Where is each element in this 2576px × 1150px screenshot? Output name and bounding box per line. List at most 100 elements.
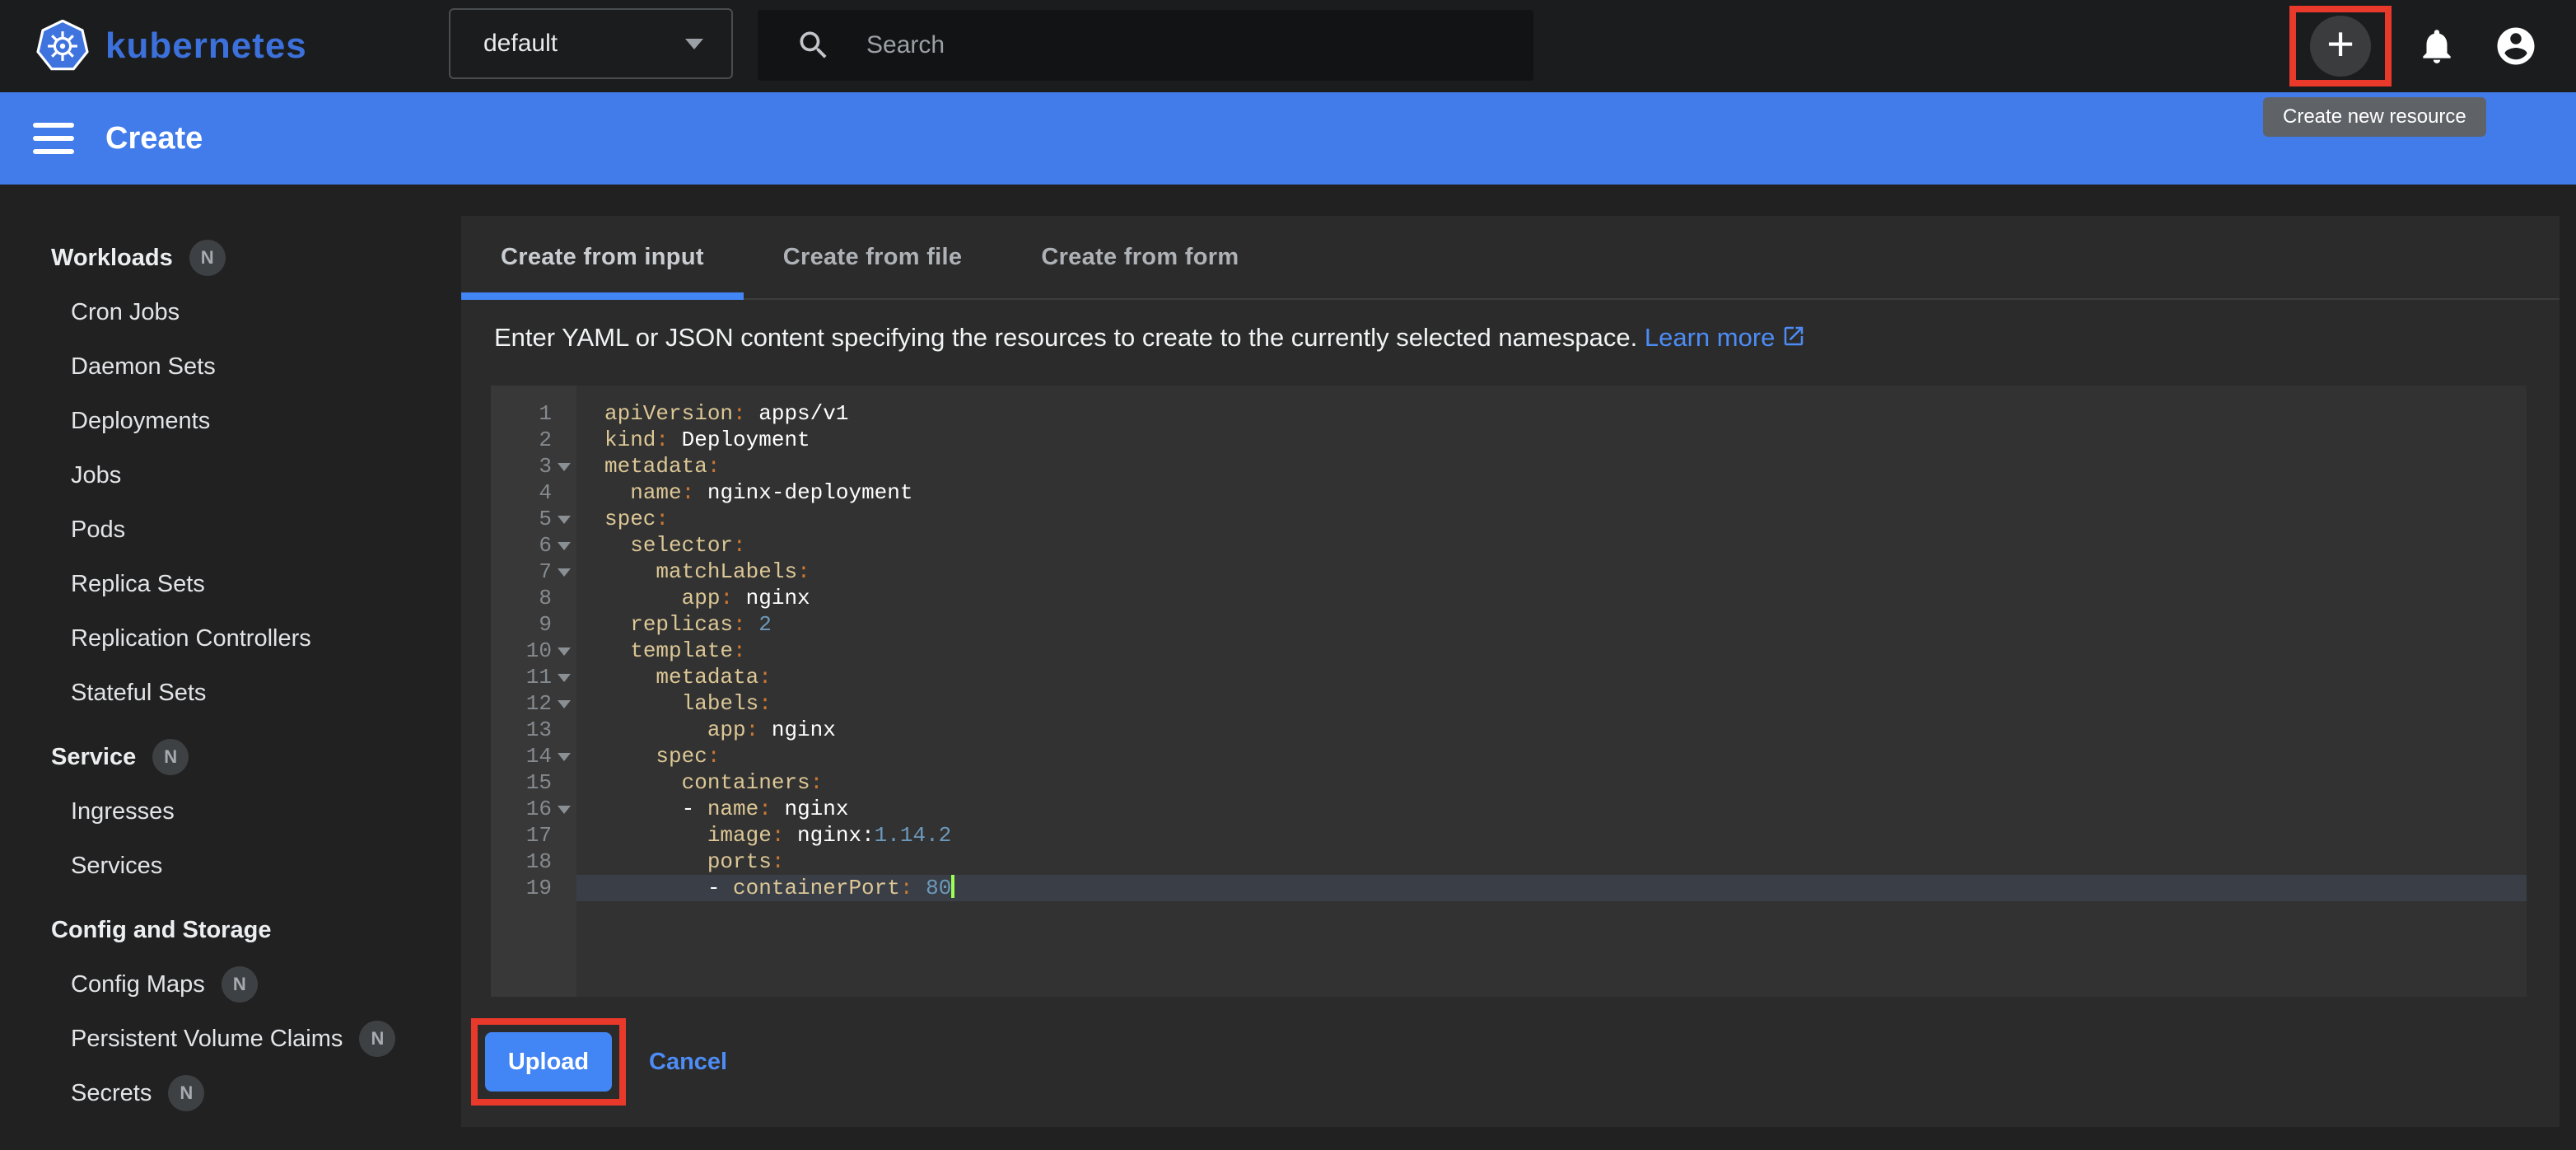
tab-create-from-input[interactable]: Create from input <box>461 216 744 298</box>
sidebar-item-stateful-sets[interactable]: Stateful Sets <box>0 666 461 720</box>
fold-toggle-icon[interactable] <box>558 753 571 761</box>
code-token: : <box>682 480 695 505</box>
sidebar-item-jobs[interactable]: Jobs <box>0 448 461 503</box>
upload-button[interactable]: Upload <box>485 1032 612 1092</box>
sidebar-item-config-maps[interactable]: Config MapsN <box>0 957 461 1012</box>
code-token <box>604 849 707 874</box>
gutter-line-18: 18 <box>491 848 576 875</box>
sidebar-item-services[interactable]: Services <box>0 839 461 893</box>
fold-toggle-icon[interactable] <box>558 463 571 471</box>
line-number: 11 <box>526 664 552 690</box>
sidebar-item-replica-sets[interactable]: Replica Sets <box>0 557 461 611</box>
fold-slot <box>552 804 576 814</box>
code-token <box>604 823 707 848</box>
code-token: nginx <box>758 718 836 742</box>
sidebar-header-service[interactable]: ServiceN <box>0 730 461 784</box>
code-token: : <box>758 691 772 716</box>
code-token <box>604 533 630 558</box>
line-number: 7 <box>539 559 552 585</box>
description-text: Enter YAML or JSON content specifying th… <box>494 323 1806 353</box>
code-token: app <box>707 718 746 742</box>
fold-slot <box>552 672 576 682</box>
tab-create-from-file[interactable]: Create from file <box>744 216 1002 298</box>
line-number: 15 <box>526 769 552 796</box>
code-line-7: matchLabels: <box>576 559 2527 585</box>
code-token: metadata <box>604 454 707 479</box>
fold-slot <box>552 699 576 708</box>
code-line-13: app: nginx <box>576 717 2527 743</box>
gutter-line-17: 17 <box>491 822 576 848</box>
kubernetes-brand[interactable]: kubernetes <box>36 20 307 72</box>
fold-toggle-icon[interactable] <box>558 806 571 814</box>
yaml-editor[interactable]: 12345678910111213141516171819 apiVersion… <box>491 386 2527 997</box>
fold-toggle-icon[interactable] <box>558 568 571 577</box>
code-token <box>604 480 630 505</box>
sidebar-item-daemon-sets[interactable]: Daemon Sets <box>0 339 461 394</box>
code-line-1: apiVersion: apps/v1 <box>576 400 2527 427</box>
code-line-16: - name: nginx <box>576 796 2527 822</box>
text-cursor <box>951 875 954 898</box>
fold-toggle-icon[interactable] <box>558 647 571 656</box>
code-line-8: app: nginx <box>576 585 2527 611</box>
menu-button[interactable] <box>33 115 74 162</box>
fold-slot <box>552 540 576 550</box>
gutter-line-3: 3 <box>491 453 576 479</box>
sidebar-item-cron-jobs[interactable]: Cron Jobs <box>0 285 461 339</box>
sidebar-item-deployments[interactable]: Deployments <box>0 394 461 448</box>
code-token: ports <box>707 849 772 874</box>
create-tooltip: Create new resource <box>2263 97 2486 137</box>
fold-toggle-icon[interactable] <box>558 674 571 682</box>
sidebar-nav: WorkloadsNCron JobsDaemon SetsDeployment… <box>0 185 461 1150</box>
sidebar-item-secrets[interactable]: SecretsN <box>0 1066 461 1120</box>
create-card: Create from inputCreate from fileCreate … <box>461 216 2560 1127</box>
tab-create-from-form[interactable]: Create from form <box>1001 216 1278 298</box>
code-token: : <box>733 533 746 558</box>
cancel-button[interactable]: Cancel <box>649 1049 727 1076</box>
gutter-line-15: 15 <box>491 769 576 796</box>
external-link-icon <box>1781 324 1806 348</box>
sidebar-header-workloads[interactable]: WorkloadsN <box>0 231 461 285</box>
fold-toggle-icon[interactable] <box>558 516 571 524</box>
gutter-line-7: 7 <box>491 559 576 585</box>
code-token: : <box>707 744 721 769</box>
sidebar-item-label: Stateful Sets <box>71 680 206 707</box>
namespace-selector[interactable]: default <box>449 8 733 79</box>
code-token <box>746 612 759 637</box>
notifications-button[interactable] <box>2416 26 2457 67</box>
gutter-line-1: 1 <box>491 400 576 427</box>
topbar-actions: + <box>2289 0 2538 92</box>
code-line-18: ports: <box>576 848 2527 875</box>
description-body: Enter YAML or JSON content specifying th… <box>494 323 1637 352</box>
sidebar-item-ingresses[interactable]: Ingresses <box>0 784 461 839</box>
code-token: - <box>604 876 733 900</box>
annotation-box-create: + <box>2289 6 2392 86</box>
sidebar-item-pods[interactable]: Pods <box>0 503 461 557</box>
code-token: labels <box>682 691 759 716</box>
sidebar-item-persistent-volume-claims[interactable]: Persistent Volume ClaimsN <box>0 1012 461 1066</box>
learn-more-link[interactable]: Learn more <box>1645 323 1807 352</box>
sidebar-item-label: Pods <box>71 517 125 544</box>
fold-toggle-icon[interactable] <box>558 700 571 708</box>
code-token: 80 <box>926 876 951 900</box>
search-box[interactable] <box>758 10 1533 81</box>
sidebar-header-config-and-storage[interactable]: Config and Storage <box>0 903 461 957</box>
sidebar-item-label: Replication Controllers <box>71 625 311 652</box>
bell-icon <box>2416 26 2457 67</box>
search-input[interactable] <box>866 31 1476 59</box>
code-token: nginx: <box>784 823 874 848</box>
sidebar-item-replication-controllers[interactable]: Replication Controllers <box>0 611 461 666</box>
line-number: 1 <box>539 400 552 427</box>
fold-toggle-icon[interactable] <box>558 542 571 550</box>
gutter-line-19: 19 <box>491 875 576 901</box>
code-line-14: spec: <box>576 743 2527 769</box>
namespaced-badge: N <box>359 1021 395 1057</box>
create-new-resource-button[interactable]: + <box>2310 16 2371 77</box>
account-button[interactable] <box>2494 24 2538 68</box>
fold-slot <box>552 646 576 656</box>
active-tab-underline <box>461 292 744 300</box>
annotation-box-upload: Upload <box>471 1018 626 1106</box>
editor-code-area[interactable]: apiVersion: apps/v1kind: Deploymentmetad… <box>576 386 2527 997</box>
code-token: : <box>772 823 785 848</box>
line-number: 12 <box>526 690 552 717</box>
sidebar-header-label: Workloads <box>51 245 173 272</box>
